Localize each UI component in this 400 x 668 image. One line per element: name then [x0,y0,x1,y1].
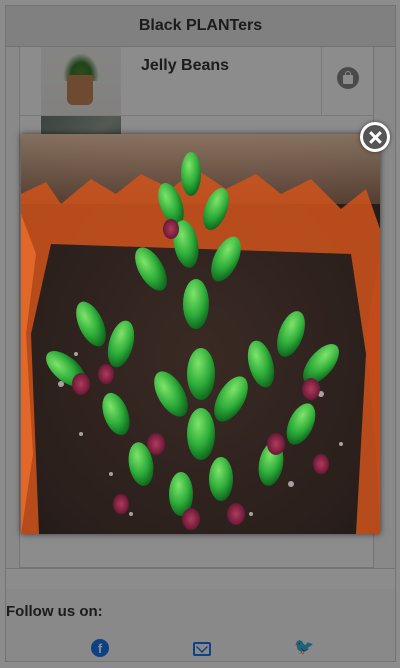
succulent-photo [21,134,380,534]
image-lightbox [21,134,380,534]
close-button[interactable] [360,122,390,152]
